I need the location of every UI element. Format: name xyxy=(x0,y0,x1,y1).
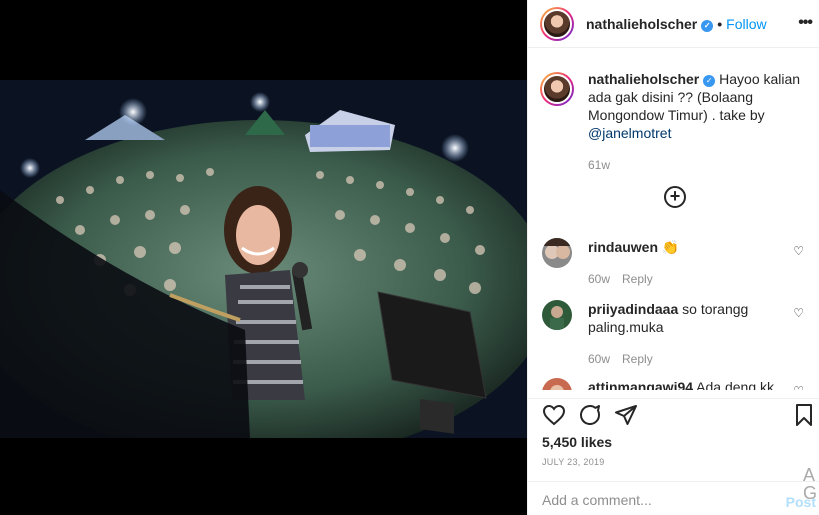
concert-selfie-image xyxy=(0,80,527,438)
verified-badge-icon: ✓ xyxy=(701,19,714,32)
comment-time[interactable]: 60w xyxy=(588,272,610,286)
like-comment-heart-icon[interactable]: ♡ xyxy=(793,304,804,322)
post-caption: nathalieholscher ✓ Hayoo kalian ada gak d… xyxy=(528,56,819,174)
author-username-text[interactable]: nathalieholscher xyxy=(586,16,697,32)
add-comment-bar: Post xyxy=(528,481,819,515)
comment-username[interactable]: attinmangawi94 xyxy=(588,379,693,390)
post-sidebar: nathalieholscher ✓ • Follow ••• nathaliehol… xyxy=(527,0,819,515)
comment-item: rindauwen 👏 60w Reply ♡ xyxy=(528,238,819,288)
comment-item: priiyadindaaa so torangg paling.muka 60w… xyxy=(528,300,819,368)
heart-icon[interactable] xyxy=(542,403,566,427)
like-comment-heart-icon[interactable]: ♡ xyxy=(793,242,804,260)
caption-username[interactable]: nathalieholscher xyxy=(588,71,699,87)
author-username[interactable]: nathalieholscher ✓ • Follow xyxy=(586,16,767,32)
share-icon[interactable] xyxy=(614,403,638,427)
caption-mention-link[interactable]: @janelmotret xyxy=(588,125,671,141)
follow-button[interactable]: Follow xyxy=(726,16,766,32)
post-photo xyxy=(0,80,527,438)
comment-text: Ada deng kk xyxy=(696,379,774,390)
comment-username[interactable]: priiyadindaaa xyxy=(588,301,678,317)
comment-text: 👏 xyxy=(661,239,680,255)
header-separator: • xyxy=(717,15,723,32)
like-comment-heart-icon[interactable]: ♡ xyxy=(793,382,804,390)
comment-username[interactable]: rindauwen xyxy=(588,239,658,255)
commenter-avatar[interactable] xyxy=(542,300,572,330)
post-date[interactable]: JULY 23, 2019 xyxy=(542,457,605,467)
author-avatar[interactable] xyxy=(540,6,574,41)
likes-count[interactable]: 5,450 likes xyxy=(542,434,612,450)
bookmark-icon[interactable] xyxy=(792,403,816,427)
comment-time[interactable]: 60w xyxy=(588,352,610,366)
side-overlay-glyph: AG xyxy=(802,465,817,503)
reply-button[interactable]: Reply xyxy=(622,272,653,286)
comment-icon[interactable] xyxy=(578,403,602,427)
plus-circle-icon[interactable]: + xyxy=(664,186,686,208)
post-header: nathalieholscher ✓ • Follow ••• xyxy=(528,0,819,48)
comments-section[interactable]: nathalieholscher ✓ Hayoo kalian ada gak d… xyxy=(528,56,819,390)
comment-item: attinmangawi94 Ada deng kk ♡ xyxy=(528,378,819,390)
post-media[interactable] xyxy=(0,0,527,515)
caption-avatar[interactable] xyxy=(540,72,574,106)
verified-badge-icon: ✓ xyxy=(703,75,716,87)
commenter-avatar[interactable] xyxy=(542,238,572,268)
caption-timestamp[interactable]: 61w xyxy=(588,156,804,174)
post-actions xyxy=(528,398,819,430)
commenter-avatar[interactable] xyxy=(542,378,572,390)
comment-input[interactable] xyxy=(542,492,762,508)
more-options-icon[interactable]: ••• xyxy=(798,14,813,32)
reply-button[interactable]: Reply xyxy=(622,352,653,366)
